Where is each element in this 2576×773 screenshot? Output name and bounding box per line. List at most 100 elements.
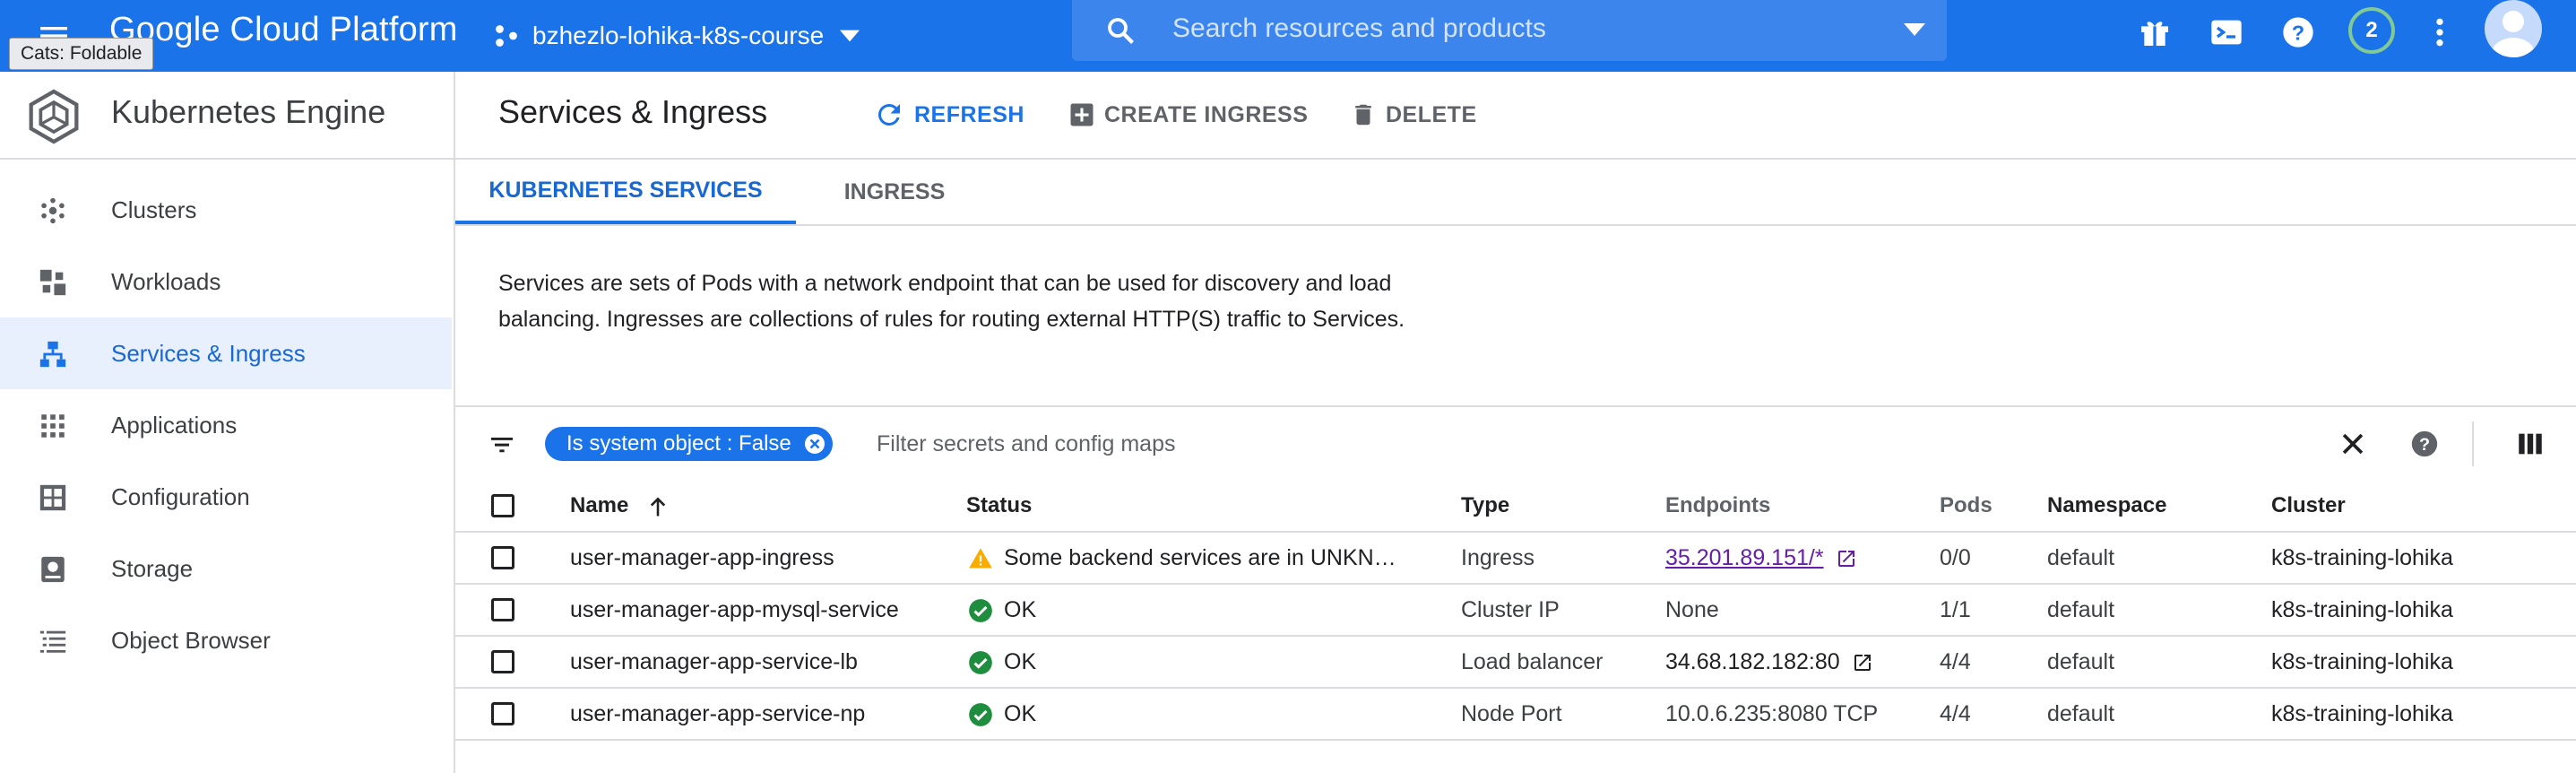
column-header-type[interactable]: Type [1461,481,1509,531]
service-type: Load balancer [1461,649,1604,674]
filter-bar: Is system object : False ? [455,405,2576,482]
sidebar-item-applications[interactable]: Applications [0,389,452,461]
row-checkbox[interactable] [491,650,514,673]
cluster-name[interactable]: k8s-training-lohika [2271,637,2453,687]
filter-input[interactable] [875,423,1506,465]
create-ingress-button[interactable]: CREATE INGRESS [1068,95,1308,135]
kubernetes-engine-icon [29,89,79,144]
tab-ingress[interactable]: INGRESS [832,160,957,224]
sidebar-item-label: Object Browser [111,626,271,654]
product-header: Kubernetes Engine [0,72,454,160]
more-vert-icon[interactable] [2422,14,2458,50]
pods-count: 0/0 [1940,545,1971,570]
service-type: Ingress [1461,545,1534,570]
sidebar-item-label: Services & Ingress [111,339,306,367]
gift-icon[interactable] [2137,14,2173,50]
open-in-new-icon[interactable] [1852,652,1873,673]
status-cell: OK [968,637,1036,687]
namespace: default [2047,597,2115,622]
service-name[interactable]: user-manager-app-mysql-service [570,585,899,635]
page-description: Services are sets of Pods with a network… [498,271,1405,332]
service-name[interactable]: user-manager-app-ingress [570,533,834,583]
project-selector[interactable]: bzhezlo-lohika-k8s-course [493,13,860,59]
delete-label: DELETE [1386,101,1477,127]
sidebar-item-storage[interactable]: Storage [0,533,452,604]
project-name: bzhezlo-lohika-k8s-course [532,22,825,49]
trash-icon [1355,104,1371,126]
table-row[interactable]: user-manager-app-service-lb OK Load bala… [455,637,2576,689]
table-row[interactable]: user-manager-app-service-np OK Node Port… [455,689,2576,741]
sidebar-item-configuration[interactable]: Configuration [0,461,452,533]
create-ingress-label: CREATE INGRESS [1104,101,1309,127]
project-icon [496,25,517,47]
column-header-name[interactable]: Name [570,481,670,531]
column-header-pods[interactable]: Pods [1940,481,1993,531]
add-box-icon [1070,103,1094,126]
cluster-name[interactable]: k8s-training-lohika [2271,689,2453,739]
cluster-name[interactable]: k8s-training-lohika [2271,533,2453,583]
search-box[interactable] [1072,0,1947,61]
sort-ascending-icon[interactable] [645,494,670,519]
svg-text:?: ? [2292,21,2304,44]
endpoint-text: 34.68.182.182:80 [1665,649,1840,674]
delete-button[interactable]: DELETE [1350,95,1477,135]
search-dropdown-icon[interactable] [1904,23,1925,36]
product-name: Kubernetes Engine [111,93,386,130]
applications-icon [41,414,65,438]
row-checkbox[interactable] [491,546,514,569]
endpoint-cell: 10.0.6.235:8080 TCP [1665,701,1879,726]
refresh-label: REFRESH [914,101,1024,127]
cluster-name[interactable]: k8s-training-lohika [2271,585,2453,635]
tab-bar: KUBERNETES SERVICES INGRESS [455,160,2576,226]
column-header-cluster[interactable]: Cluster [2271,481,2346,531]
column-header-status[interactable]: Status [966,481,1032,531]
endpoint-cell[interactable]: 34.68.182.182:80 [1665,637,1873,687]
table-row[interactable]: user-manager-app-mysql-service OK Cluste… [455,585,2576,637]
service-type: Cluster IP [1461,597,1560,622]
service-name[interactable]: user-manager-app-service-lb [570,637,858,687]
brand-name[interactable]: Google Cloud Platform [109,9,458,50]
sidebar-item-clusters[interactable]: Clusters [0,174,452,246]
endpoint-cell: None [1665,597,1719,622]
check-circle-icon [969,599,992,623]
column-header-namespace[interactable]: Namespace [2047,481,2166,531]
select-all-checkbox[interactable] [491,494,514,517]
cloud-shell-icon[interactable] [2209,14,2244,50]
column-display-icon[interactable] [2515,429,2546,459]
filter-icon[interactable] [488,430,516,459]
status-cell: Some backend services are in UNKN… [968,533,1396,583]
account-avatar[interactable] [2485,0,2542,57]
workloads-icon [39,269,66,296]
search-input[interactable] [1171,5,1855,52]
help-icon[interactable]: ? [2280,14,2316,50]
chip-remove-icon[interactable] [804,433,826,455]
open-in-new-icon[interactable] [1836,548,1857,569]
row-checkbox[interactable] [491,702,514,725]
services-icon [39,341,66,368]
configuration-icon [39,484,66,511]
clear-filter-icon[interactable] [2338,429,2368,459]
sidebar-item-services-ingress[interactable]: Services & Ingress [0,317,452,389]
check-circle-icon [969,703,992,727]
tab-kubernetes-services[interactable]: KUBERNETES SERVICES [455,160,796,224]
storage-icon [41,556,65,583]
service-name[interactable]: user-manager-app-service-np [570,689,865,739]
sidebar-item-label: Storage [111,554,194,582]
notifications-badge[interactable]: 2 [2348,7,2395,54]
tooltip: Cats: Foldable [9,38,154,70]
refresh-button[interactable]: REFRESH [873,95,1024,135]
sidebar-item-workloads[interactable]: Workloads [0,246,452,317]
filter-help-icon[interactable]: ? [2409,429,2440,459]
endpoint-link[interactable]: 35.201.89.151/* [1665,545,1824,570]
sidebar-item-object-browser[interactable]: Object Browser [0,604,452,676]
column-header-endpoints[interactable]: Endpoints [1665,481,1770,531]
sidebar-item-label: Clusters [111,195,197,223]
filter-chip[interactable]: Is system object : False [545,427,833,461]
object-browser-icon [39,630,66,653]
table-row[interactable]: user-manager-app-ingress Some backend se… [455,533,2576,585]
row-checkbox[interactable] [491,598,514,621]
namespace: default [2047,545,2115,570]
check-circle-icon [969,651,992,675]
pods-count: 1/1 [1940,597,1971,622]
endpoint-cell[interactable]: 35.201.89.151/* [1665,533,1857,583]
